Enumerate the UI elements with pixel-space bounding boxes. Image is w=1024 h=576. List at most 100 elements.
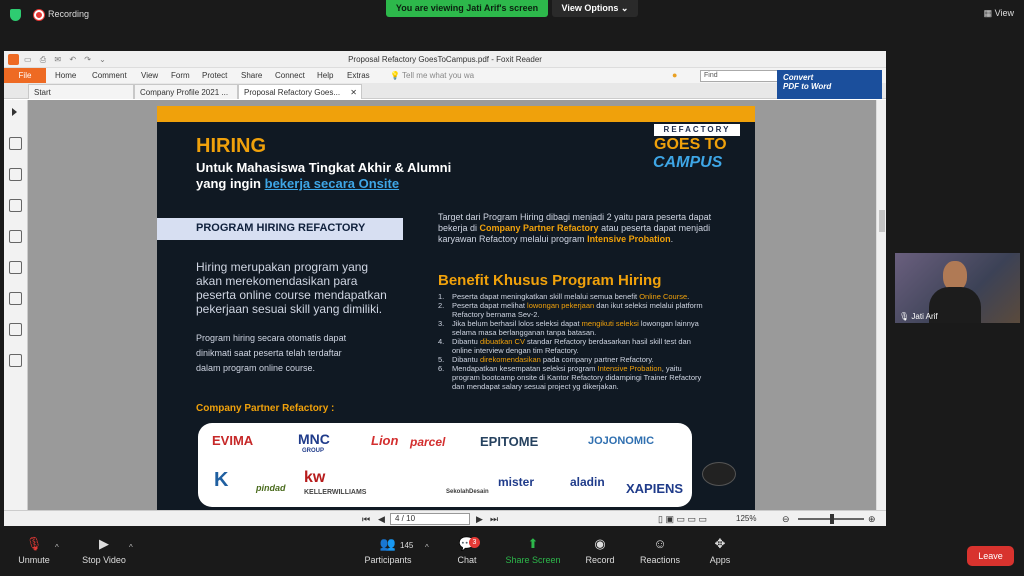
zoom-slider[interactable]	[798, 514, 864, 524]
menu-protect[interactable]: Protect	[202, 68, 227, 83]
expand-sidebar-icon[interactable]	[12, 108, 17, 116]
tab-proposal[interactable]: Proposal Refactory Goes... ✕	[238, 84, 362, 99]
page-number-input[interactable]: 4 / 10	[390, 513, 470, 525]
search-tool-icon[interactable]	[9, 354, 22, 367]
tab-start[interactable]: Start	[28, 84, 134, 99]
participants-chevron-icon[interactable]: ^	[425, 543, 429, 552]
item-highlight: direkomendasikan	[479, 355, 541, 364]
stop-video-button[interactable]: ▶ Stop Video	[74, 536, 134, 566]
item-text: Dibantu	[452, 337, 480, 346]
tab-label: Start	[34, 88, 51, 97]
item-text: Jika belum berhasil lolos seleksi dapat	[452, 319, 582, 328]
page-header-bar	[157, 106, 755, 122]
scroll-thumb[interactable]	[879, 210, 885, 232]
like-icon[interactable]: ●	[672, 68, 677, 83]
menu-comment[interactable]: Comment	[92, 68, 127, 83]
hat-icon	[702, 462, 736, 486]
find-input[interactable]: Find	[700, 70, 782, 82]
zoom-out-icon[interactable]: ⊖	[782, 511, 790, 527]
parcel-logo: parcel	[410, 435, 446, 449]
recording-icon[interactable]	[34, 10, 44, 20]
zoom-level[interactable]: 125%	[736, 511, 756, 527]
audio-options-chevron-icon[interactable]: ^	[55, 543, 59, 552]
zoom-in-icon[interactable]: ⊕	[868, 511, 876, 527]
item-highlight: lowongan pekerjaan	[527, 301, 595, 310]
last-page-icon[interactable]: ⏭	[490, 511, 498, 527]
xapiens-logo: XAPIENS	[626, 481, 684, 496]
hiring-description: Hiring merupakan program yang akan merek…	[196, 260, 387, 316]
close-tab-icon[interactable]: ✕	[350, 85, 357, 101]
menu-home[interactable]: Home	[55, 68, 76, 83]
refactory-badge: REFACTORY	[654, 124, 740, 136]
zoom-slider-knob[interactable]	[830, 514, 834, 524]
ribbon-menu: File Home Comment View Form Protect Shar…	[4, 68, 886, 83]
item-text: Mendapatkan kesempatan seleksi program	[452, 364, 598, 373]
tab-label: Company Profile 2021 ...	[140, 88, 229, 97]
security-shield-icon[interactable]	[10, 9, 21, 21]
signature-icon[interactable]	[9, 292, 22, 305]
menu-connect[interactable]: Connect	[275, 68, 305, 83]
view-mode-icons[interactable]: ▯ ▣ ▭ ▭ ▭	[658, 511, 707, 527]
item-number: 4.	[438, 337, 445, 346]
tab-company-profile[interactable]: Company Profile 2021 ...	[134, 84, 238, 99]
menu-share[interactable]: Share	[241, 68, 262, 83]
item-number: 2.	[438, 301, 445, 310]
convert-line2: PDF to Word	[783, 82, 832, 91]
apps-label: Apps	[709, 555, 731, 565]
document-tabs: Start Company Profile 2021 ... Proposal …	[4, 70, 886, 99]
pdf-page: HIRING Untuk Mahasiswa Tingkat Akhir & A…	[157, 106, 755, 510]
video-options-chevron-icon[interactable]: ^	[129, 543, 133, 552]
menu-form[interactable]: Form	[171, 68, 190, 83]
view-button-label: View	[994, 8, 1014, 18]
prev-page-icon[interactable]: ◀	[378, 511, 385, 527]
view-options-label: View Options	[561, 3, 619, 13]
menu-view[interactable]: View	[141, 68, 158, 83]
item-number: 6.	[438, 364, 445, 373]
item-number: 5.	[438, 355, 445, 364]
apps-button[interactable]: ✥ Apps	[690, 537, 750, 566]
video-camera-icon: ▶	[99, 536, 109, 551]
menu-extras[interactable]: Extras	[347, 68, 370, 83]
menu-file[interactable]: File	[4, 68, 46, 83]
layers-icon[interactable]	[9, 199, 22, 212]
item-highlight: dibuatkan CV	[479, 337, 525, 346]
view-options-button[interactable]: View Options ⌄	[552, 0, 638, 17]
menu-help[interactable]: Help	[317, 68, 333, 83]
participant-video[interactable]: 🎙 Jati Arif	[895, 253, 1020, 323]
campus-text: CAMPUS	[653, 154, 723, 171]
tell-me-box[interactable]: 💡 Tell me what you wa	[390, 68, 474, 83]
list-item: 2. Peserta dapat melihat lowongan pekerja…	[438, 301, 708, 319]
lock-icon[interactable]	[9, 323, 22, 336]
item-text: Dibantu	[452, 355, 480, 364]
next-page-icon[interactable]: ▶	[476, 511, 483, 527]
vertical-scrollbar[interactable]	[876, 100, 886, 510]
target-highlight-2: Intensive Probation	[587, 234, 671, 244]
item-text: pada company partner Refactory.	[540, 355, 654, 364]
lightbulb-icon: 💡	[390, 71, 400, 80]
bookmark-icon[interactable]	[9, 137, 22, 150]
first-page-icon[interactable]: ⏮	[362, 511, 370, 527]
small-text-2: dinikmati saat peserta telah terdaftar	[196, 348, 342, 358]
attachment-icon[interactable]	[9, 261, 22, 274]
goes-to-text: GOES TO	[654, 136, 727, 153]
recording-label[interactable]: Recording	[48, 9, 89, 19]
leave-button[interactable]: Leave	[967, 546, 1014, 566]
chat-button[interactable]: 💬 Chat	[437, 537, 497, 566]
tell-me-text: Tell me what you wa	[402, 71, 475, 80]
mic-muted-icon: 🎙	[899, 312, 910, 321]
pages-icon[interactable]	[9, 168, 22, 181]
view-button[interactable]: ▦ View	[984, 8, 1014, 19]
item-number: 3.	[438, 319, 445, 328]
onsite-link[interactable]: bekerja secara Onsite	[265, 176, 399, 191]
share-screen-button[interactable]: ⬆ Share Screen	[503, 537, 563, 566]
record-button[interactable]: ◉ Record	[570, 537, 630, 566]
jojonomic-logo: JOJONOMIC	[588, 435, 655, 447]
reactions-button[interactable]: ☺ Reactions	[630, 537, 690, 566]
convert-pdf-to-word-button[interactable]: Convert PDF to Word	[777, 70, 882, 99]
participant-name: 🎙 Jati Arif	[899, 312, 938, 321]
chat-badge: 3	[469, 537, 480, 548]
title-bar: ▭ ⎙ ✉ ↶ ↷ ⌄ Proposal Refactory GoesToCam…	[4, 51, 886, 68]
comments-icon[interactable]	[9, 230, 22, 243]
partner-heading: Company Partner Refactory :	[196, 403, 335, 414]
share-screen-label: Share Screen	[505, 555, 561, 565]
